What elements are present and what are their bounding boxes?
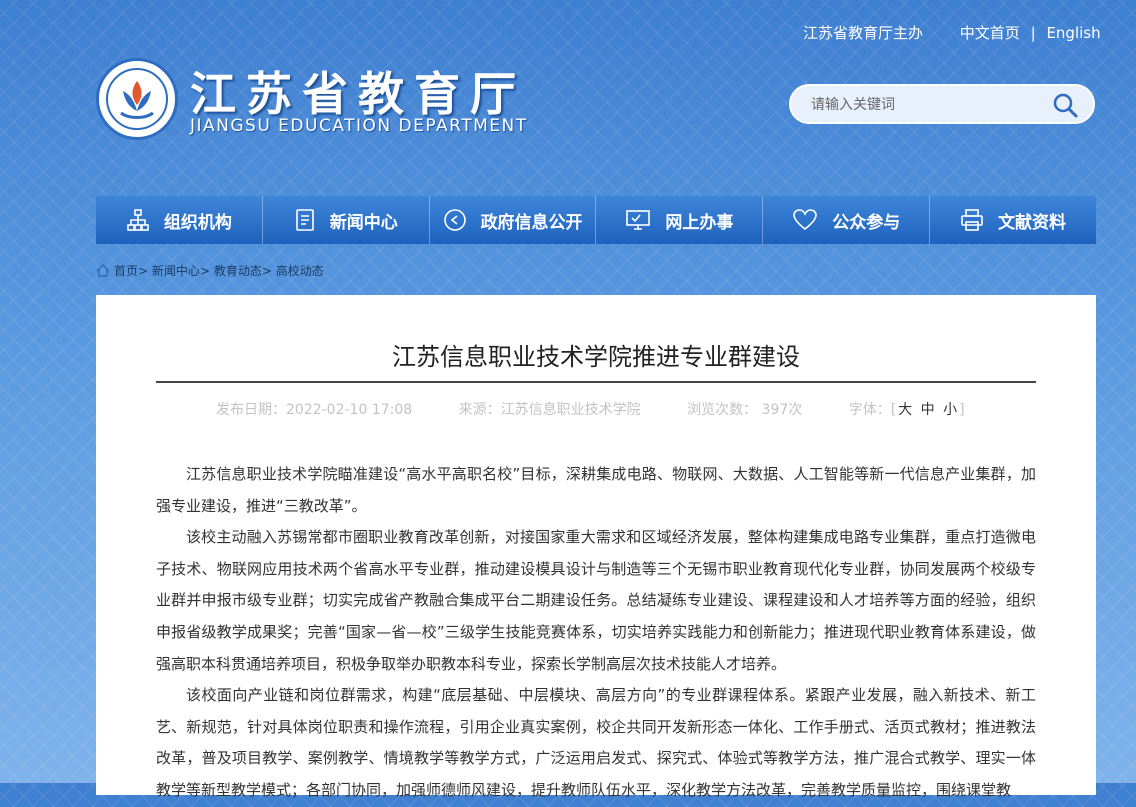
lang-separator: |: [1030, 24, 1036, 42]
font-size-close: ]: [959, 402, 965, 418]
nav-item-org[interactable]: 组织机构: [96, 196, 263, 244]
nav-label: 政府信息公开: [480, 212, 583, 233]
breadcrumb-sep: >: [261, 264, 272, 278]
article-paragraph: 该校主动融入苏锡常都市圈职业教育改革创新，对接国家重大需求和区域经济发展，整体构…: [156, 528, 1036, 673]
breadcrumb: 首页> 新闻中心> 教育动态> 高校动态: [96, 262, 324, 279]
nav-item-docs[interactable]: 文献资料: [930, 196, 1096, 244]
search-box: [789, 84, 1095, 124]
main-nav: 组织机构 新闻中心 政府信息公开 网上办事 公众参与 文献资料: [96, 196, 1096, 244]
nav-label: 组织机构: [163, 212, 232, 233]
breadcrumb-college-news[interactable]: 高校动态: [276, 264, 324, 278]
article-body: 江苏信息职业技术学院瞄准建设“高水平高职名校”目标，深耕集成电路、物联网、大数据…: [156, 459, 1036, 807]
nav-item-online-service[interactable]: 网上办事: [596, 196, 764, 244]
lang-en-link[interactable]: English: [1046, 24, 1100, 42]
breadcrumb-news[interactable]: 新闻中心: [152, 264, 200, 278]
breadcrumb-sep: >: [138, 264, 149, 278]
publish-date: 发布日期：2022-02-10 17:08: [216, 402, 413, 418]
document-icon: [295, 209, 314, 231]
article-paragraph: 江苏信息职业技术学院瞄准建设“高水平高职名校”目标，深耕集成电路、物联网、大数据…: [156, 465, 1036, 515]
home-icon: [96, 264, 110, 277]
title-divider: [156, 381, 1036, 383]
nav-label: 网上办事: [665, 212, 734, 233]
article-meta: 发布日期：2022-02-10 17:08 来源：江苏信息职业技术学院 浏览次数…: [216, 399, 965, 419]
heart-icon: [793, 209, 818, 231]
nav-label: 新闻中心: [329, 212, 398, 233]
nav-item-gov-info[interactable]: 政府信息公开: [430, 196, 597, 244]
logo-emblem-icon[interactable]: [96, 58, 178, 140]
lang-cn-link[interactable]: 中文首页: [960, 24, 1020, 42]
font-size-small-button[interactable]: 小: [943, 402, 957, 418]
top-links: 江苏省教育厅主办 中文首页 | English: [803, 22, 1101, 43]
logo-title[interactable]: 江苏省教育厅: [190, 58, 526, 124]
breadcrumb-home[interactable]: 首页: [114, 264, 138, 278]
breadcrumb-sep: >: [199, 264, 210, 278]
nav-item-public[interactable]: 公众参与: [763, 196, 931, 244]
view-count: 浏览次数： 397次: [687, 402, 803, 418]
nav-label: 文献资料: [998, 212, 1067, 233]
article-source: 来源：江苏信息职业技术学院: [458, 402, 641, 418]
sponsor-text: 江苏省教育厅主办: [803, 24, 924, 42]
search-input[interactable]: [809, 94, 1043, 116]
search-icon[interactable]: [1051, 91, 1079, 119]
breadcrumb-edu-news[interactable]: 教育动态: [214, 264, 262, 278]
logo-subtitle: JIANGSU EDUCATION DEPARTMENT: [190, 116, 528, 136]
nav-label: 公众参与: [832, 212, 901, 233]
article-paragraph: 该校面向产业链和岗位群需求，构建“底层基础、中层模块、高层方向”的专业群课程体系…: [156, 686, 1036, 799]
site-header: 江苏省教育厅主办 中文首页 | English 江苏省教育厅 JIANGSU E…: [0, 0, 1136, 190]
font-size-medium-button[interactable]: 中: [921, 402, 935, 418]
nav-item-news[interactable]: 新闻中心: [263, 196, 430, 244]
play-circle-icon: [443, 209, 466, 231]
font-size-large-button[interactable]: 大: [898, 402, 912, 418]
font-size-label: 字体：[: [848, 402, 897, 418]
monitor-icon: [626, 210, 651, 230]
article-panel: 江苏信息职业技术学院推进专业群建设 发布日期：2022-02-10 17:08 …: [96, 295, 1096, 799]
article-title: 江苏信息职业技术学院推进专业群建设: [392, 343, 800, 371]
org-chart-icon: [127, 209, 149, 231]
printer-icon: [961, 209, 983, 231]
